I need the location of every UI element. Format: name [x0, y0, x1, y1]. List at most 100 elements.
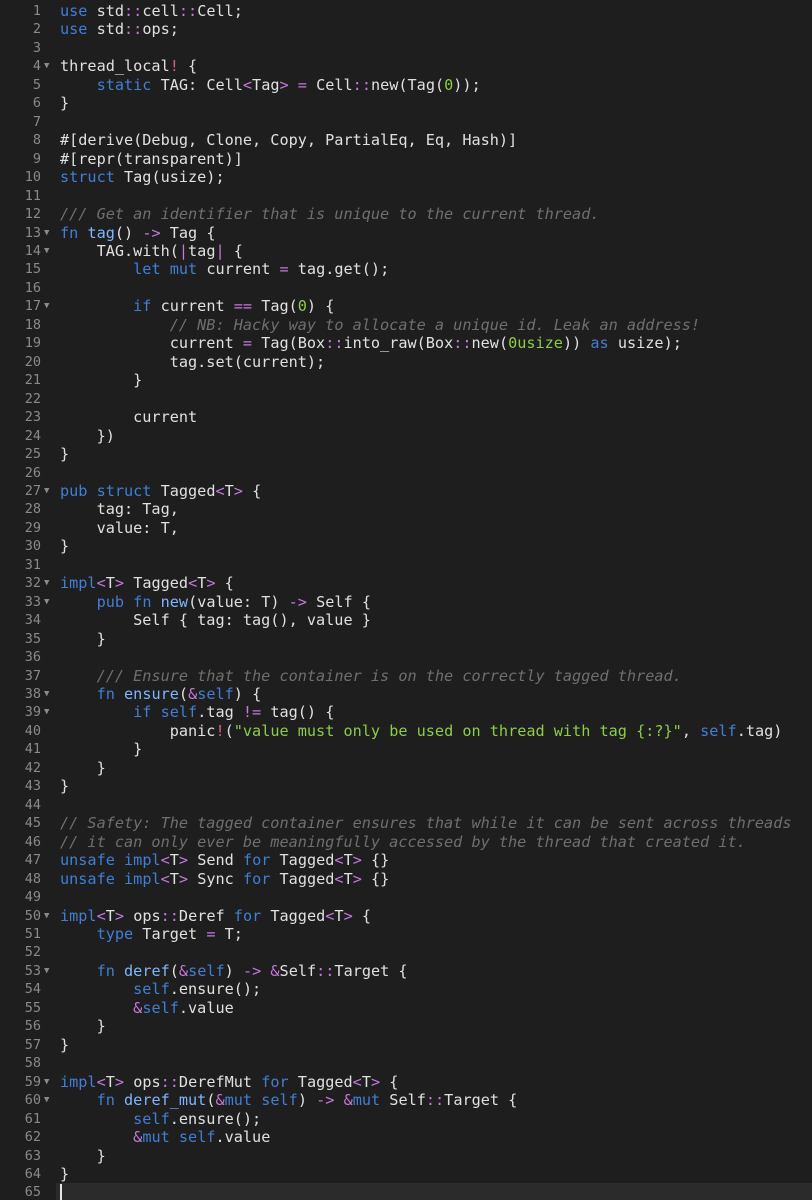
code-token: -> [142, 223, 161, 242]
code-line[interactable]: thread_local! { [60, 57, 197, 75]
code-token: :: [124, 2, 143, 20]
code-line[interactable]: #[derive(Debug, Clone, Copy, PartialEq, … [60, 131, 517, 149]
code-line[interactable]: } [60, 1036, 69, 1054]
code-line[interactable]: static TAG: Cell<Tag> = Cell::new(Tag(0)… [60, 76, 481, 94]
code-line[interactable]: current = Tag(Box::into_raw(Box::new(0us… [60, 334, 682, 352]
code-token: Target { [444, 1091, 518, 1110]
line-number: 46 [24, 833, 41, 850]
code-token: 0 [297, 297, 307, 316]
code-token: { [178, 57, 198, 76]
fold-toggle-icon[interactable]: ▼ [44, 597, 49, 607]
code-area[interactable]: use std::cell::Cell; use std::ops;thread_… [56, 0, 812, 1200]
fold-toggle-icon[interactable]: ▼ [44, 707, 49, 717]
code-line[interactable]: fn tag() -> Tag { [60, 224, 216, 242]
code-line[interactable]: value: T, [60, 519, 179, 537]
code-line[interactable]: impl<T> ops::Deref for Tagged<T> { [60, 907, 371, 925]
code-line[interactable]: fn deref_mut(&mut self) -> &mut Self::Ta… [60, 1091, 518, 1110]
code-line[interactable]: pub fn new(value: T) -> Self { [60, 593, 371, 611]
code-line[interactable]: &mut self.value [60, 1128, 270, 1146]
code-token: < [96, 1072, 106, 1091]
code-line[interactable]: } [60, 537, 69, 555]
code-line[interactable]: // it can only ever be meaningfully acce… [60, 833, 746, 851]
code-editor[interactable]: 1 2 3 4 ▼ 5 6 7 8 9 10 11 12 13 ▼ 14 ▼ 15 16 17 ▼ 18 19 20 21 22 2… [0, 0, 812, 1200]
line-number: 52 [24, 944, 41, 961]
code-token: tag.get(); [288, 260, 390, 279]
code-line[interactable]: } [60, 371, 142, 389]
code-line[interactable]: panic!("value must only be used on threa… [60, 722, 783, 740]
code-line[interactable]: impl<T> Tagged<T> { [60, 574, 234, 592]
code-line[interactable] [56, 1183, 812, 1200]
fold-toggle-icon[interactable]: ▼ [44, 966, 49, 976]
code-line[interactable]: #[repr(transparent)] [60, 150, 243, 168]
code-line[interactable]: unsafe impl<T> Sync for Tagged<T> {} [60, 870, 389, 888]
fold-toggle-icon[interactable]: ▼ [44, 246, 49, 256]
code-line[interactable]: if self.tag != tag() { [60, 703, 334, 721]
fold-toggle-icon[interactable]: ▼ [44, 301, 49, 311]
code-line[interactable]: } [60, 740, 142, 758]
code-line[interactable]: } [60, 94, 69, 112]
code-line[interactable]: use std::ops; [60, 20, 179, 38]
text-cursor [60, 1184, 62, 1200]
code-token: )) [562, 334, 591, 353]
code-token: use [60, 2, 88, 20]
code-line[interactable]: &self.value [60, 999, 234, 1017]
code-token: -> [316, 1091, 335, 1110]
code-line[interactable]: // NB: Hacky way to allocate a unique id… [60, 316, 700, 334]
code-line[interactable]: } [60, 445, 69, 463]
code-token: ops [124, 906, 161, 925]
line-number: 47 [24, 852, 41, 869]
line-number: 59 [24, 1073, 41, 1090]
code-line[interactable]: } [60, 630, 106, 648]
code-line[interactable]: struct Tag(usize); [60, 168, 225, 186]
fold-toggle-icon[interactable]: ▼ [44, 1095, 49, 1105]
code-line[interactable]: fn deref(&self) -> &Self::Target { [60, 962, 408, 980]
code-token: & [133, 998, 143, 1017]
code-line[interactable]: fn ensure(&self) { [60, 685, 262, 703]
code-line[interactable]: Self { tag: tag(), value } [60, 611, 371, 629]
code-token: T; [215, 925, 243, 943]
fold-toggle-icon[interactable]: ▼ [44, 911, 49, 921]
fold-toggle-icon[interactable]: ▼ [44, 1077, 49, 1087]
code-token: Self { tag: tag(), value } [60, 611, 371, 630]
code-line[interactable]: use std::cell::Cell; [60, 2, 243, 20]
code-line[interactable]: let mut current = tag.get(); [60, 260, 389, 278]
fold-toggle-icon[interactable]: ▼ [44, 61, 49, 71]
code-line[interactable]: tag.set(current); [60, 353, 325, 371]
code-token: != [242, 703, 262, 722]
code-token: tag: Tag, [60, 500, 179, 519]
line-number: 41 [24, 741, 41, 758]
code-line[interactable]: TAG.with(|tag| { [60, 242, 243, 260]
code-line[interactable]: } [60, 1165, 69, 1183]
code-token: ) { [306, 297, 335, 316]
code-line[interactable]: tag: Tag, [60, 500, 179, 518]
fold-toggle-icon[interactable]: ▼ [44, 578, 49, 588]
code-line[interactable]: self.ensure(); [60, 1110, 261, 1128]
code-line[interactable]: unsafe impl<T> Send for Tagged<T> {} [60, 851, 389, 869]
code-line[interactable]: type Target = T; [60, 925, 243, 943]
code-token: == [233, 297, 253, 316]
code-line[interactable]: pub struct Tagged<T> { [60, 482, 261, 500]
line-number: 7 [32, 113, 41, 130]
fold-toggle-icon[interactable]: ▼ [44, 228, 49, 238]
code-line[interactable]: self.ensure(); [60, 980, 261, 998]
code-line[interactable]: } [60, 777, 69, 795]
code-line[interactable]: impl<T> ops::DerefMut for Tagged<T> { [60, 1073, 398, 1091]
code-line[interactable]: /// Ensure that the container is on the … [60, 667, 682, 685]
line-number: 6 [32, 95, 41, 112]
code-line[interactable]: /// Get an identifier that is unique to … [60, 205, 599, 223]
code-line[interactable]: if current == Tag(0) { [60, 297, 334, 315]
code-token: fn [60, 223, 79, 242]
code-token: if [133, 297, 152, 316]
code-line[interactable]: } [60, 759, 106, 777]
line-number: 15 [24, 261, 41, 278]
fold-toggle-icon[interactable]: ▼ [44, 486, 49, 496]
code-line[interactable]: } [60, 1147, 106, 1165]
code-line[interactable]: }) [60, 427, 115, 445]
code-line[interactable]: current [60, 408, 197, 426]
code-token: } [60, 1164, 70, 1183]
code-line[interactable]: } [60, 1017, 106, 1035]
fold-toggle-icon[interactable]: ▼ [44, 689, 49, 699]
code-line[interactable]: // Safety: The tagged container ensures … [60, 814, 792, 832]
